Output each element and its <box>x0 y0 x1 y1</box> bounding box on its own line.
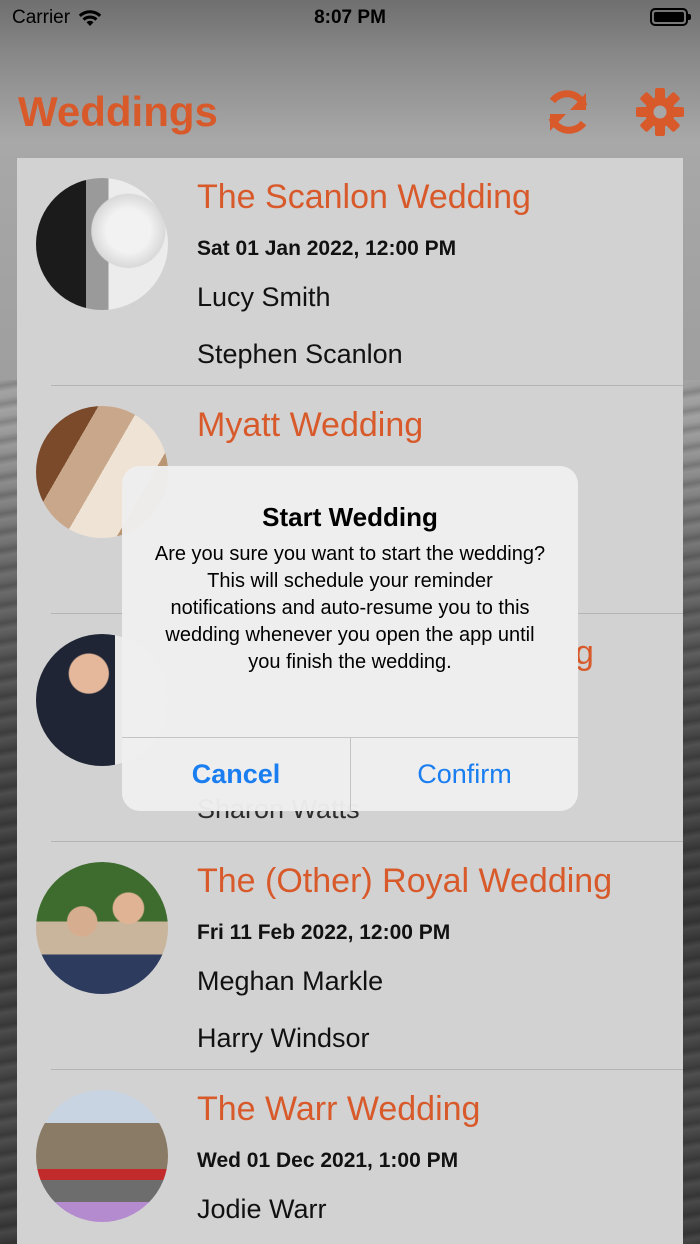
status-bar: Carrier 8:07 PM <box>0 0 700 36</box>
wedding-date: Sat 01 Jan 2022, 12:00 PM <box>197 237 457 260</box>
start-wedding-dialog: Start Wedding Are you sure you want to s… <box>122 466 578 811</box>
cancel-button[interactable]: Cancel <box>122 738 350 811</box>
partner-one: Lucy Smith <box>197 282 331 312</box>
dialog-message: Are you sure you want to start the weddi… <box>154 543 546 673</box>
refresh-icon[interactable] <box>540 84 596 140</box>
wedding-date: Fri 11 Feb 2022, 12:00 PM <box>197 921 451 944</box>
battery-icon <box>650 8 691 26</box>
partner-one: Jodie Warr <box>197 1194 327 1224</box>
wedding-name: Myatt Wedding <box>197 406 424 444</box>
wedding-card[interactable]: The Scanlon Wedding Sat 01 Jan 2022, 12:… <box>17 158 683 386</box>
status-time: 8:07 PM <box>314 7 386 28</box>
partner-two: Harry Windsor <box>197 1023 370 1053</box>
wedding-card[interactable]: The (Other) Royal Wedding Fri 11 Feb 202… <box>17 842 683 1070</box>
partner-one: Meghan Markle <box>197 966 384 996</box>
wedding-card[interactable]: The Warr Wedding Wed 01 Dec 2021, 1:00 P… <box>17 1070 683 1244</box>
dialog-title: Start Wedding <box>262 502 438 532</box>
header: Weddings <box>0 80 700 150</box>
confirm-button[interactable]: Confirm <box>351 738 578 811</box>
avatar <box>36 1090 168 1222</box>
wedding-name: The Warr Wedding <box>197 1090 481 1128</box>
wedding-name: The Scanlon Wedding <box>197 178 531 216</box>
wedding-date: Wed 01 Dec 2021, 1:00 PM <box>197 1149 459 1172</box>
avatar <box>36 178 168 310</box>
page-title: Weddings <box>18 88 218 135</box>
partner-two: Stephen Scanlon <box>197 339 403 369</box>
avatar <box>36 862 168 994</box>
wedding-name: The (Other) Royal Wedding <box>197 862 613 900</box>
gear-icon[interactable] <box>632 84 688 140</box>
